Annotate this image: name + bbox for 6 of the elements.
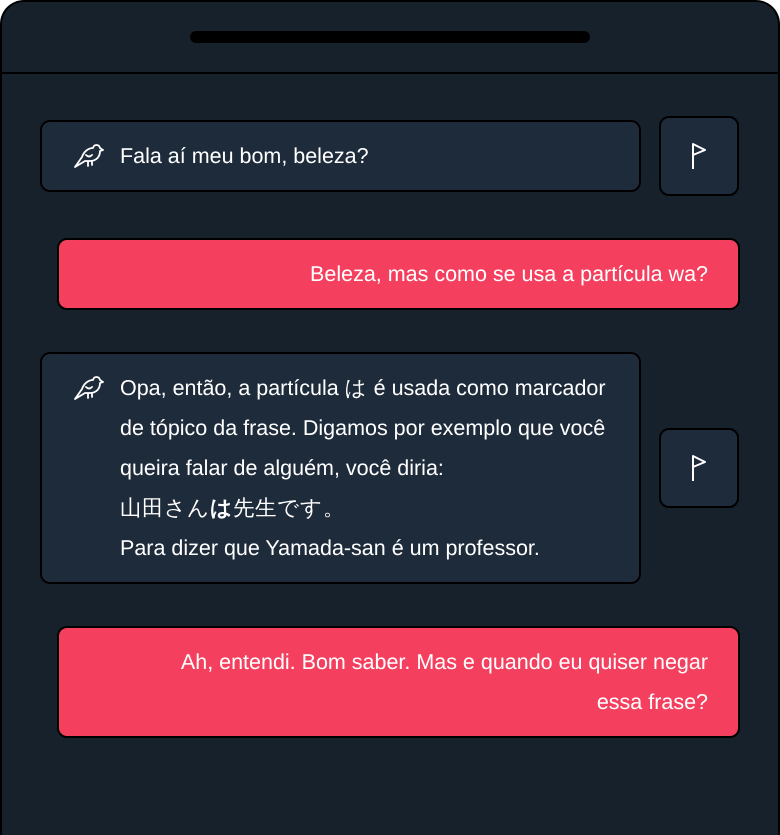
flag-button[interactable] [659, 116, 739, 196]
user-message: Ah, entendi. Bom saber. Mas e quando eu quiser negar essa frase? [57, 626, 740, 738]
flag-button[interactable] [659, 428, 739, 508]
message-text: Fala aí meu bom, beleza? [120, 143, 370, 170]
message-text: Opa, então, a partícula は é usada como marcador de tópico da frase. Digamos por exemplo que você queira falar de alguém, você diria: 山田さんは先生です。 Para dizer que Yamada-san é um professor. [120, 375, 607, 562]
user-message: Beleza, mas como se usa a partícula wa? [57, 238, 740, 310]
